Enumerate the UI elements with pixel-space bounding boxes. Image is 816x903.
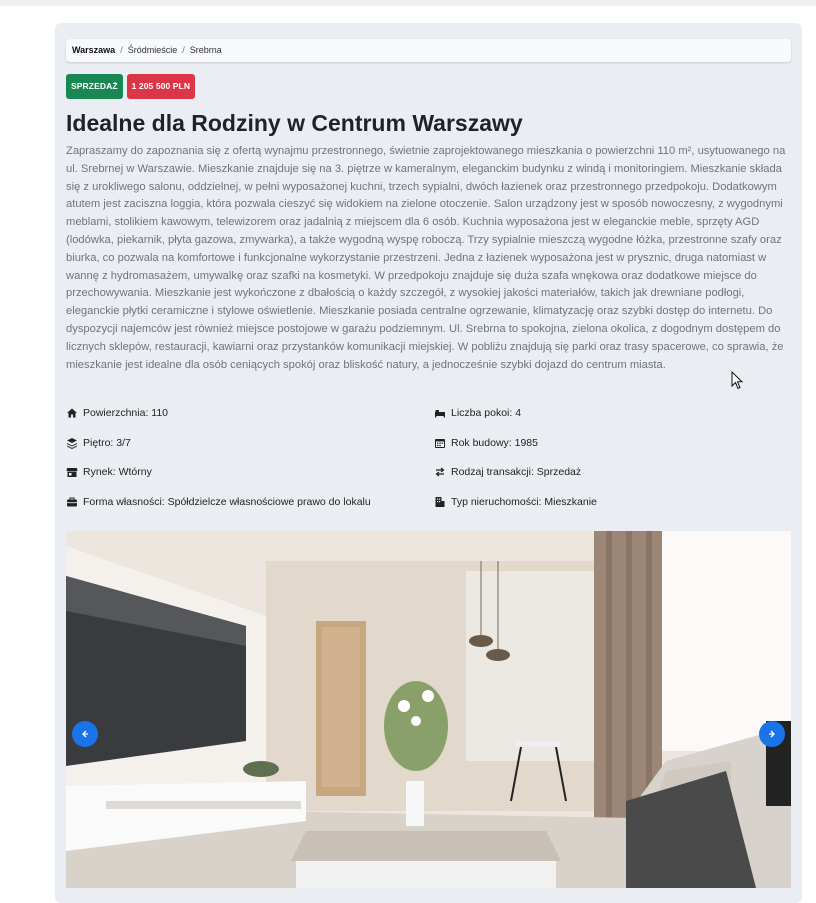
prop-ownership: Forma własności: Spółdzielcze własnościo… (66, 492, 371, 512)
exchange-icon (434, 466, 446, 478)
prop-rooms: Liczba pokoi: 4 (434, 403, 521, 423)
living-room-photo (66, 531, 791, 888)
badges: SPRZEDAŻ 1 205 500 PLN (66, 74, 196, 99)
prop-area-label: Powierzchnia: 110 (83, 407, 169, 419)
layers-icon (66, 437, 78, 449)
prop-year-label: Rok budowy: 1985 (451, 437, 538, 449)
breadcrumb: Warszawa / Śródmieście / Srebrna (66, 39, 791, 62)
breadcrumb-separator: / (182, 45, 185, 55)
top-strip (0, 0, 816, 6)
gallery-image[interactable] (66, 531, 791, 888)
home-icon (66, 407, 78, 419)
arrow-left-icon (82, 730, 88, 738)
mouse-cursor-icon (731, 371, 744, 390)
status-badge: SPRZEDAŻ (66, 74, 123, 99)
listing-description: Zapraszamy do zapoznania się z ofertą wy… (66, 145, 786, 371)
listing-title: Idealne dla Rodziny w Centrum Warszawy (66, 110, 523, 136)
prop-floor: Piętro: 3/7 (66, 433, 131, 453)
carousel-prev-button[interactable] (72, 721, 98, 747)
briefcase-icon (66, 496, 78, 508)
calendar-icon (434, 437, 446, 449)
prop-transaction-label: Rodzaj transakcji: Sprzedaż (451, 466, 582, 478)
building-icon (434, 496, 446, 508)
prop-type: Typ nieruchomości: Mieszkanie (434, 492, 597, 512)
prop-floor-label: Piętro: 3/7 (83, 437, 131, 449)
prop-market-label: Rynek: Wtórny (83, 466, 152, 478)
prop-market: Rynek: Wtórny (66, 462, 152, 482)
price-badge: 1 205 500 PLN (126, 74, 196, 99)
prop-rooms-label: Liczba pokoi: 4 (451, 407, 522, 419)
arrow-right-icon (769, 730, 775, 738)
breadcrumb-separator: / (120, 45, 123, 55)
prop-type-label: Typ nieruchomości: Mieszkanie (451, 496, 597, 508)
prop-ownership-label: Forma własności: Spółdzielcze własnościo… (83, 496, 371, 508)
breadcrumb-item-city[interactable]: Warszawa (72, 39, 115, 62)
breadcrumb-item-street: Srebrna (189, 45, 222, 55)
breadcrumb-item-district[interactable]: Śródmieście (128, 39, 178, 62)
store-icon (66, 466, 78, 478)
bed-icon (434, 407, 446, 419)
prop-area: Powierzchnia: 110 (66, 403, 168, 423)
prop-year: Rok budowy: 1985 (434, 433, 538, 453)
carousel-next-button[interactable] (759, 721, 785, 747)
prop-transaction: Rodzaj transakcji: Sprzedaż (434, 462, 581, 482)
